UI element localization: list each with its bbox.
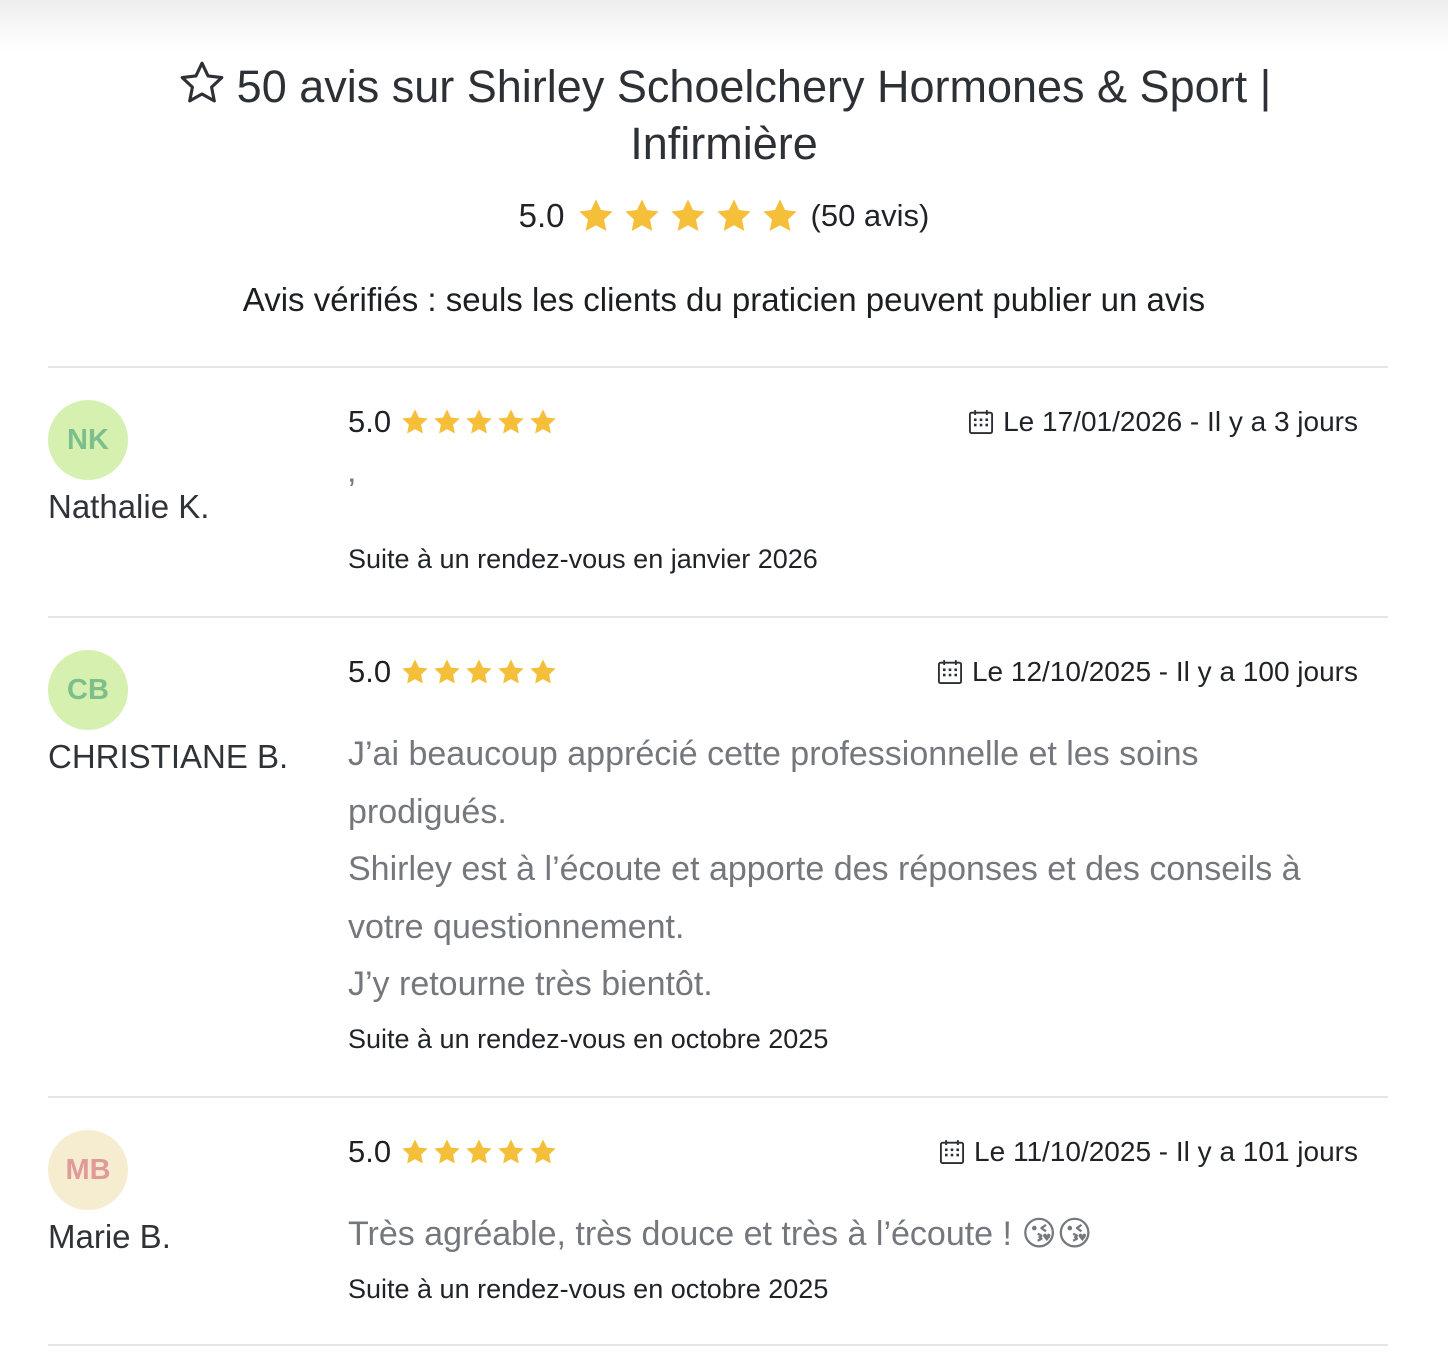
star-icon [498,409,524,434]
review-score: 5.0 [348,404,559,440]
review-comment-line: J’y retourne très bientôt. [348,965,713,1003]
review-comment-line: Très agréable, très douce et très à l’éc… [348,1215,1093,1253]
star-icon [762,199,797,232]
overall-rating-value: 5.0 [518,197,565,234]
star-icon [402,1139,428,1164]
review-comment-line: Shirley est à l’écoute et apporte des ré… [348,850,1301,946]
star-icon [716,199,751,232]
reviews-page: 50 avis sur Shirley Schoelchery Hormones… [0,0,1448,1352]
overall-rating-count: (50 avis) [810,198,930,233]
star-icon [498,1139,524,1164]
overall-rating: 5.0 (50 avis) [0,194,1448,238]
overall-stars [573,195,803,237]
star-outline-icon [180,61,224,103]
star-icon [434,659,460,684]
star-icon [530,1139,556,1164]
top-shadow [0,0,1448,52]
star-icon [530,659,556,684]
reviews-header: 50 avis sur Shirley Schoelchery Hormones… [0,58,1448,322]
review-score: 5.0 [348,654,559,690]
review-author: Marie B. [48,1218,171,1255]
review-score-value: 5.0 [348,404,392,439]
review-stars [399,1136,559,1168]
avatar-initials: MB [65,1153,111,1186]
review-stars [399,656,559,688]
calendar-icon [940,1140,965,1165]
star-icon [434,409,460,434]
review-comment: Très agréable, très douce et très à l’éc… [348,1206,1348,1264]
star-icon [578,199,613,232]
review-author: Nathalie K. [48,488,210,525]
star-icon [402,409,428,434]
review-card: CB CHRISTIANE B. 5.0 Le 12/10/2025 - Il … [48,618,1388,1096]
star-icon [434,1139,460,1164]
divider [48,1344,1388,1346]
review-comment-line: J’ai beaucoup apprécié cette professionn… [348,735,1199,831]
star-icon [498,659,524,684]
review-date: Le 17/01/2026 - Il y a 3 jours [967,406,1358,438]
star-icon [670,199,705,232]
review-date-text: Le 12/10/2025 - Il y a 100 jours [971,656,1358,687]
avatar: CB [48,650,128,730]
avatar-initials: CB [67,673,109,706]
page-title-text: 50 avis sur Shirley Schoelchery Hormones… [236,61,1272,169]
avatar-initials: NK [67,423,109,456]
review-card: MB Marie B. 5.0 Le 11/10/2025 - Il y a 1… [48,1098,1388,1346]
review-score: 5.0 [348,1134,559,1170]
star-icon [466,409,492,434]
star-icon [530,409,556,434]
review-appointment: Suite à un rendez-vous en janvier 2026 [348,544,818,574]
review-date: Le 12/10/2025 - Il y a 100 jours [936,656,1358,688]
review-date: Le 11/10/2025 - Il y a 101 jours [938,1136,1358,1168]
star-icon [402,659,428,684]
star-icon [466,1139,492,1164]
review-comment: ’ [348,463,1348,521]
review-stars [399,406,559,438]
review-date-text: Le 11/10/2025 - Il y a 101 jours [974,1136,1358,1167]
page-title: 50 avis sur Shirley Schoelchery Hormones… [104,58,1344,172]
review-card: NK Nathalie K. 5.0 Le 17/01/2026 - Il y … [48,368,1388,616]
star-icon [466,659,492,684]
review-appointment: Suite à un rendez-vous en octobre 2025 [348,1024,829,1054]
star-icon [624,199,659,232]
calendar-icon [969,410,994,435]
calendar-icon [937,660,962,685]
review-appointment: Suite à un rendez-vous en octobre 2025 [348,1274,829,1304]
review-author: CHRISTIANE B. [48,738,289,775]
review-comment: J’ai beaucoup apprécié cette professionn… [348,726,1348,1014]
avatar: NK [48,400,128,480]
avatar: MB [48,1130,128,1210]
review-comment-line: ’ [348,472,356,510]
review-score-value: 5.0 [348,654,392,689]
review-score-value: 5.0 [348,1134,392,1169]
verified-notice: Avis vérifiés : seuls les clients du pra… [242,281,1206,318]
review-date-text: Le 17/01/2026 - Il y a 3 jours [1003,406,1358,437]
